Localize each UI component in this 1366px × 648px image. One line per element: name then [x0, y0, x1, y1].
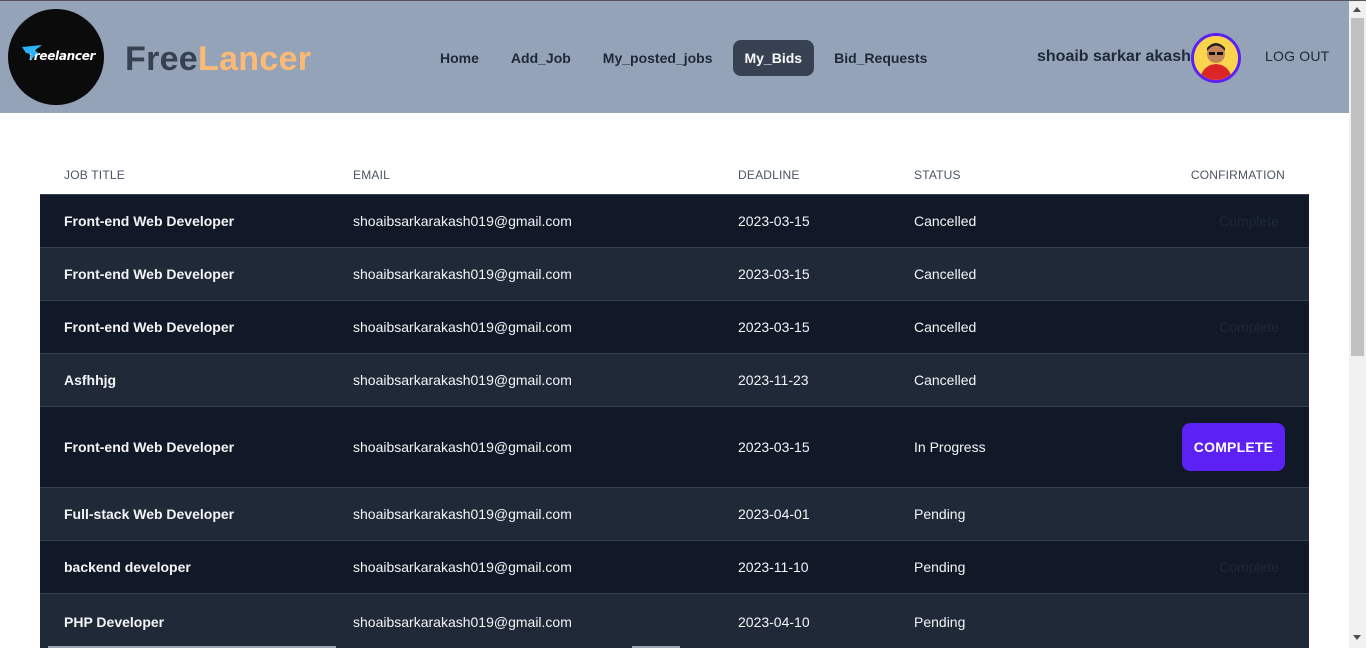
job-title: Front-end Web Developer — [64, 319, 235, 335]
user-avatar-icon — [1194, 36, 1238, 80]
bid-email: shoaibsarkarakash019@gmail.com — [353, 213, 572, 229]
page: freelancer FreeLancer Home Add_Job My_po… — [0, 0, 1366, 648]
complete-button[interactable]: Complete — [1182, 423, 1285, 471]
table-row: backend developer shoaibsarkarakash019@g… — [40, 540, 1309, 593]
navbar: freelancer FreeLancer Home Add_Job My_po… — [0, 1, 1349, 113]
scroll-up-icon[interactable] — [1353, 7, 1361, 12]
complete-button-disabled: Complete — [1219, 319, 1279, 335]
brand-part-2: Lancer — [198, 40, 312, 78]
column-header-job-title: JOB TITLE — [64, 167, 125, 182]
bids-table: JOB TITLE EMAIL DEADLINE STATUS CONFIRMA… — [40, 155, 1309, 648]
brand-part-1: Free — [125, 40, 199, 78]
column-header-email: EMAIL — [353, 167, 391, 182]
site-logo[interactable]: freelancer — [8, 9, 104, 105]
bid-email: shoaibsarkarakash019@gmail.com — [353, 266, 572, 282]
bid-email: shoaibsarkarakash019@gmail.com — [353, 506, 572, 522]
bid-status: Cancelled — [914, 372, 977, 388]
column-header-deadline: DEADLINE — [738, 167, 800, 182]
job-title: Asfhhjg — [64, 372, 117, 388]
bid-deadline: 2023-04-10 — [738, 613, 810, 630]
table-row: Front-end Web Developer shoaibsarkarakas… — [40, 194, 1309, 247]
nav-my-bids[interactable]: My_Bids — [732, 40, 815, 76]
user-name: shoaib sarkar akash — [1037, 48, 1191, 65]
bid-status: Pending — [914, 613, 966, 630]
bid-deadline: 2023-04-01 — [738, 506, 810, 522]
confirmation-cell: Complete — [1114, 319, 1309, 335]
bid-deadline: 2023-03-15 — [738, 266, 810, 282]
bid-email: shoaibsarkarakash019@gmail.com — [353, 439, 572, 455]
bid-email: shoaibsarkarakash019@gmail.com — [353, 319, 572, 335]
bid-email: shoaibsarkarakash019@gmail.com — [353, 372, 572, 388]
scroll-down-icon[interactable] — [1353, 635, 1361, 640]
complete-button-disabled: Complete — [1219, 559, 1279, 575]
table-row: Full-stack Web Developer shoaibsarkaraka… — [40, 487, 1309, 540]
bid-status: Cancelled — [914, 319, 977, 335]
column-header-confirmation: CONFIRMATION — [1190, 167, 1285, 182]
confirmation-cell: Complete — [1114, 213, 1309, 229]
vertical-scrollbar[interactable] — [1349, 1, 1366, 648]
confirmation-cell: Complete — [1114, 423, 1309, 471]
confirmation-cell: Complete — [1114, 559, 1309, 575]
nav-bid-requests[interactable]: Bid_Requests — [822, 40, 939, 76]
job-title: Front-end Web Developer — [64, 266, 235, 282]
complete-button-disabled: Complete — [1219, 213, 1279, 229]
bid-email: shoaibsarkarakash019@gmail.com — [353, 613, 572, 630]
bid-status: Pending — [914, 559, 966, 575]
scrollbar-thumb[interactable] — [1351, 18, 1364, 356]
bid-deadline: 2023-11-10 — [738, 559, 809, 575]
bid-status: In Progress — [914, 439, 986, 455]
table-header: JOB TITLE EMAIL DEADLINE STATUS CONFIRMA… — [40, 155, 1309, 194]
main-nav: Home Add_Job My_posted_jobs My_Bids Bid_… — [428, 40, 947, 76]
job-title: backend developer — [64, 559, 191, 575]
logout-button[interactable]: LOG OUT — [1265, 48, 1329, 64]
bid-deadline: 2023-11-23 — [738, 372, 809, 388]
bid-status: Pending — [914, 506, 966, 522]
bid-email: shoaibsarkarakash019@gmail.com — [353, 559, 572, 575]
avatar[interactable] — [1191, 33, 1241, 83]
nav-my-posted-jobs[interactable]: My_posted_jobs — [591, 40, 725, 76]
table-row: Front-end Web Developer shoaibsarkarakas… — [40, 247, 1309, 300]
bid-deadline: 2023-03-15 — [738, 439, 810, 455]
freelancer-bird-icon — [22, 45, 42, 61]
job-title: Front-end Web Developer — [64, 439, 235, 455]
nav-home[interactable]: Home — [428, 40, 491, 76]
nav-add-job[interactable]: Add_Job — [499, 40, 583, 76]
bid-deadline: 2023-03-15 — [738, 319, 810, 335]
bid-status: Cancelled — [914, 213, 977, 229]
bid-status: Cancelled — [914, 266, 977, 282]
job-title: Front-end Web Developer — [64, 213, 235, 229]
brand-title: FreeLancer — [125, 39, 311, 79]
bid-deadline: 2023-03-15 — [738, 213, 810, 229]
table-row: PHP Developer shoaibsarkarakash019@gmail… — [40, 593, 1309, 648]
table-row: Asfhhjg shoaibsarkarakash019@gmail.com 2… — [40, 353, 1309, 406]
column-header-status: STATUS — [914, 167, 961, 182]
job-title: PHP Developer — [64, 613, 165, 630]
table-row: Front-end Web Developer shoaibsarkarakas… — [40, 406, 1309, 487]
job-title: Full-stack Web Developer — [64, 506, 235, 522]
table-row: Front-end Web Developer shoaibsarkarakas… — [40, 300, 1309, 353]
